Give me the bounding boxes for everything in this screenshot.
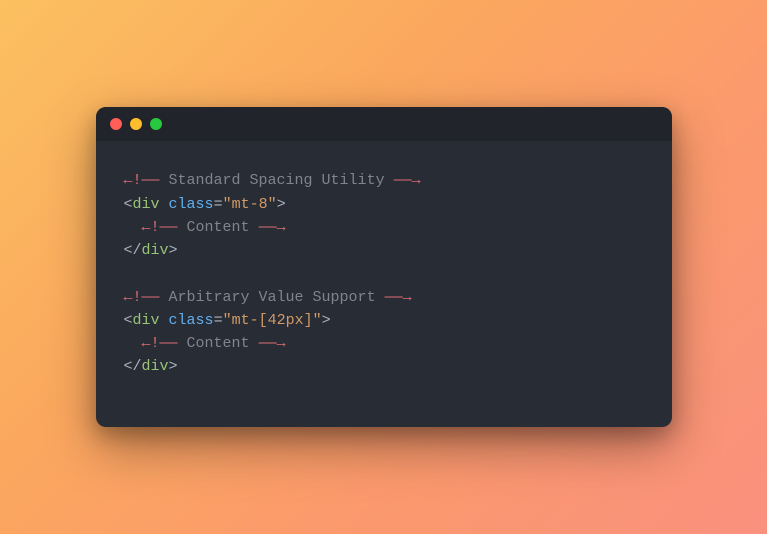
angle-bracket: < (124, 312, 133, 329)
slash: / (133, 358, 142, 375)
slash: / (133, 242, 142, 259)
comment-open-delim: ←!―― (124, 289, 160, 306)
minimize-icon[interactable] (130, 118, 142, 130)
tag-name: div (133, 196, 160, 213)
code-block: ←!―― Standard Spacing Utility ――→ <div c… (96, 141, 672, 426)
comment-open-delim: ←!―― (142, 335, 178, 352)
comment-close-delim: ――→ (259, 335, 286, 352)
quote: " (313, 312, 322, 329)
tag-name: div (142, 242, 169, 259)
code-line: ←!―― Content ――→ (124, 216, 644, 239)
code-line: <div class="mt-[42px]"> (124, 309, 644, 332)
comment-text: Content (187, 335, 250, 352)
attr-value: mt-[42px] (232, 312, 313, 329)
angle-bracket: > (322, 312, 331, 329)
code-line: <div class="mt-8"> (124, 193, 644, 216)
comment-text: Content (187, 219, 250, 236)
blank-line (124, 262, 644, 285)
angle-bracket: < (124, 196, 133, 213)
code-line: ←!―― Standard Spacing Utility ――→ (124, 169, 644, 192)
comment-text: Standard Spacing Utility (169, 172, 385, 189)
equals-sign: = (214, 312, 223, 329)
code-line: </div> (124, 239, 644, 262)
comment-open-delim: ←!―― (124, 172, 160, 189)
quote: " (268, 196, 277, 213)
equals-sign: = (214, 196, 223, 213)
attr-name: class (169, 196, 214, 213)
angle-bracket: > (169, 242, 178, 259)
comment-close-delim: ――→ (259, 219, 286, 236)
window-titlebar (96, 107, 672, 141)
angle-bracket: < (124, 358, 133, 375)
attr-name: class (169, 312, 214, 329)
maximize-icon[interactable] (150, 118, 162, 130)
angle-bracket: < (124, 242, 133, 259)
comment-text: Arbitrary Value Support (169, 289, 376, 306)
code-line: ←!―― Arbitrary Value Support ――→ (124, 286, 644, 309)
quote: " (223, 196, 232, 213)
code-window: ←!―― Standard Spacing Utility ――→ <div c… (96, 107, 672, 426)
code-line: ←!―― Content ――→ (124, 332, 644, 355)
comment-open-delim: ←!―― (142, 219, 178, 236)
quote: " (223, 312, 232, 329)
comment-close-delim: ――→ (385, 289, 412, 306)
close-icon[interactable] (110, 118, 122, 130)
tag-name: div (142, 358, 169, 375)
angle-bracket: > (277, 196, 286, 213)
angle-bracket: > (169, 358, 178, 375)
comment-close-delim: ――→ (394, 172, 421, 189)
attr-value: mt-8 (232, 196, 268, 213)
code-line: </div> (124, 355, 644, 378)
tag-name: div (133, 312, 160, 329)
